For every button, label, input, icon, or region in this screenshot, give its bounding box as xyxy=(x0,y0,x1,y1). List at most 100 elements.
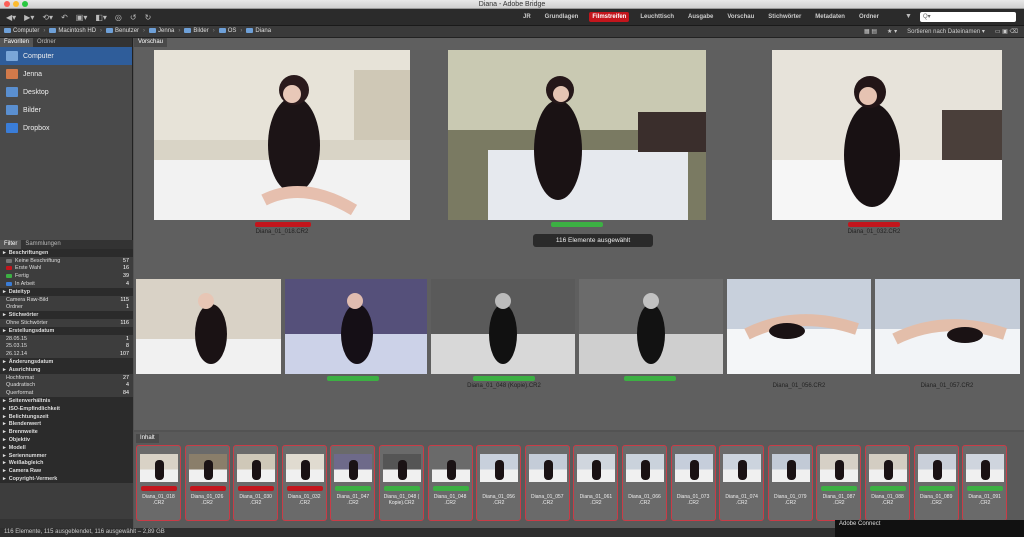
disclosure-triangle-icon[interactable]: ▸ xyxy=(3,328,6,334)
filmstrip-thumbnail[interactable]: Diana_01_026 .CR2 xyxy=(184,445,230,521)
breadcrumb-item[interactable]: Macintosh HD xyxy=(49,28,96,35)
favorite-bilder[interactable]: Bilder xyxy=(0,101,132,119)
filmstrip-thumbnail[interactable]: Diana_01_087 .CR2 xyxy=(816,445,862,521)
preview-photo-7[interactable] xyxy=(579,279,723,374)
rating-filter-icon[interactable]: ★ ▾ xyxy=(887,28,897,35)
disclosure-triangle-icon[interactable]: ▸ xyxy=(3,429,6,435)
filmstrip-thumbnail[interactable]: Diana_01_032 .CR2 xyxy=(281,445,327,521)
workspace-ordner[interactable]: Ordner xyxy=(856,12,882,22)
filter-option[interactable]: Camera Raw-Bild 115 xyxy=(0,296,133,304)
preview-photo-4[interactable] xyxy=(136,279,281,374)
filmstrip-thumbnail[interactable]: Diana_01_066 .CR2 xyxy=(622,445,667,521)
camera-import-icon[interactable]: ▣▾ xyxy=(76,13,88,22)
disclosure-triangle-icon[interactable]: ▸ xyxy=(3,476,6,482)
breadcrumb-item[interactable]: Jenna xyxy=(149,28,174,35)
open-camera-raw-icon[interactable]: ◎ xyxy=(115,13,122,22)
preview-photo-2[interactable] xyxy=(448,50,706,220)
forward-icon[interactable]: ▶▾ xyxy=(24,13,34,22)
disclosure-triangle-icon[interactable]: ▸ xyxy=(3,289,6,295)
filter-category[interactable]: ▸ Dateityp xyxy=(0,287,133,296)
filter-category[interactable]: ▸ Stichwörter xyxy=(0,311,133,320)
breadcrumb-item[interactable]: OS xyxy=(218,28,236,35)
filter-category[interactable]: ▸ Ausrichtung xyxy=(0,365,133,374)
back-icon[interactable]: ◀▾ xyxy=(6,13,16,22)
disclosure-triangle-icon[interactable]: ▸ xyxy=(3,453,6,459)
filter-category[interactable]: ▸ Brennweite xyxy=(0,428,133,437)
disclosure-triangle-icon[interactable]: ▸ xyxy=(3,468,6,474)
tab-ordner[interactable]: Ordner xyxy=(33,38,60,47)
filmstrip-thumbnail[interactable]: Diana_01_048 (Kopie).CR2 xyxy=(379,445,424,521)
filter-category[interactable]: ▸ ISO-Empfindlichkeit xyxy=(0,404,133,413)
filter-category[interactable]: ▸ Modell xyxy=(0,443,133,452)
filter-category[interactable]: ▸ Blendenwert xyxy=(0,420,133,429)
filter-category[interactable]: ▸ Beschriftungen xyxy=(0,249,133,257)
disclosure-triangle-icon[interactable]: ▸ xyxy=(3,398,6,404)
disclosure-triangle-icon[interactable]: ▸ xyxy=(3,414,6,420)
disclosure-triangle-icon[interactable]: ▸ xyxy=(3,367,6,373)
close-window-button[interactable] xyxy=(4,1,10,7)
filter-option[interactable]: Quadratisch 4 xyxy=(0,382,133,390)
favorite-computer[interactable]: Computer xyxy=(0,47,132,65)
filmstrip-thumbnail[interactable]: Diana_01_018 .CR2 xyxy=(136,445,181,521)
workspace-filmstreifen[interactable]: Filmstreifen xyxy=(589,12,630,22)
filmstrip-thumbnail[interactable]: Diana_01_057 .CR2 xyxy=(524,445,570,521)
filmstrip-thumbnail[interactable]: Diana_01_073 .CR2 xyxy=(670,445,716,521)
filmstrip-thumbnail[interactable]: Diana_01_030 .CR2 xyxy=(233,445,279,521)
filter-category[interactable]: ▸ Seriennummer xyxy=(0,451,133,460)
workspace-grundlagen[interactable]: Grundlagen xyxy=(542,12,582,22)
preview-photo-3[interactable] xyxy=(772,50,1002,220)
refine-icon[interactable]: ◧▾ xyxy=(95,13,107,22)
filter-option[interactable]: Ordner 1 xyxy=(0,304,133,312)
preview-photo-6[interactable] xyxy=(431,279,575,374)
breadcrumb-item[interactable]: Computer xyxy=(4,28,39,35)
filter-category[interactable]: ▸ Seitenverhältnis xyxy=(0,397,133,405)
filmstrip-thumbnail[interactable]: Diana_01_074 .CR2 xyxy=(719,445,765,521)
favorite-dropbox[interactable]: Dropbox xyxy=(0,119,132,137)
preview-photo-9[interactable] xyxy=(875,279,1020,374)
workspace-ausgabe[interactable]: Ausgabe xyxy=(685,12,716,22)
filter-option[interactable]: 28.05.15 1 xyxy=(0,335,133,343)
filmstrip-thumbnail[interactable]: Diana_01_047 .CR2 xyxy=(330,445,376,521)
favorite-desktop[interactable]: Desktop xyxy=(0,83,132,101)
filter-category[interactable]: ▸ Belichtungszeit xyxy=(0,412,133,421)
filmstrip-thumbnail[interactable]: Diana_01_091 .CR2 xyxy=(962,445,1008,521)
preview-photo-1[interactable] xyxy=(154,50,410,220)
filter-option[interactable]: Keine Beschriftung 57 xyxy=(0,257,133,265)
tab-sammlungen[interactable]: Sammlungen xyxy=(21,240,64,249)
search-input[interactable]: Q▾ xyxy=(920,12,1016,22)
view-mode-icon[interactable]: ▦ ▤ xyxy=(864,28,877,35)
breadcrumb-item[interactable]: Bilder xyxy=(184,28,209,35)
filmstrip-thumbnail[interactable]: Diana_01_061 .CR2 xyxy=(573,445,619,521)
filter-option[interactable]: Ohne Stichwörter 116 xyxy=(0,319,133,327)
new-folder-icon[interactable]: ▭ ▣ ⌫ xyxy=(995,28,1018,35)
favorite-jenna[interactable]: Jenna xyxy=(0,65,132,83)
workspace-jr[interactable]: JR xyxy=(520,12,534,22)
breadcrumb-item[interactable]: Benutzer xyxy=(106,28,139,35)
filter-category[interactable]: ▸ Erstellungsdatum xyxy=(0,326,133,335)
filter-option[interactable]: In Arbeit 4 xyxy=(0,280,133,288)
filter-option[interactable]: 26.12.14 107 xyxy=(0,350,133,358)
boomerang-icon[interactable]: ↶ xyxy=(61,13,68,22)
minimize-window-button[interactable] xyxy=(13,1,19,7)
preview-photo-5[interactable] xyxy=(285,279,427,374)
disclosure-triangle-icon[interactable]: ▸ xyxy=(3,250,6,256)
filter-category[interactable]: ▸ Copyright-Vermerk xyxy=(0,475,133,483)
filmstrip-thumbnail[interactable]: Diana_01_088 .CR2 xyxy=(865,445,910,521)
content-tab[interactable]: Inhalt xyxy=(136,434,159,443)
filter-category[interactable]: ▸ Objektiv xyxy=(0,436,133,444)
rotate-left-icon[interactable]: ↺ xyxy=(130,13,137,22)
sort-menu[interactable]: Sortieren nach Dateinamen ▾ xyxy=(907,28,985,35)
breadcrumb-item[interactable]: Diana xyxy=(246,28,271,35)
recent-icon[interactable]: ⟲▾ xyxy=(42,13,53,22)
filter-option[interactable]: 25.03.15 8 xyxy=(0,343,133,351)
disclosure-triangle-icon[interactable]: ▸ xyxy=(3,421,6,427)
preview-tab[interactable]: Vorschau xyxy=(134,38,168,47)
filter-option[interactable]: Erste Wahl 16 xyxy=(0,265,133,273)
workspace-vorschau[interactable]: Vorschau xyxy=(724,12,757,22)
zoom-window-button[interactable] xyxy=(22,1,28,7)
disclosure-triangle-icon[interactable]: ▸ xyxy=(3,437,6,443)
disclosure-triangle-icon[interactable]: ▸ xyxy=(3,460,6,466)
filmstrip-thumbnail[interactable]: Diana_01_056 .CR2 xyxy=(476,445,522,521)
filmstrip-thumbnail[interactable]: Diana_01_048 .CR2 xyxy=(427,445,473,521)
disclosure-triangle-icon[interactable]: ▸ xyxy=(3,359,6,365)
